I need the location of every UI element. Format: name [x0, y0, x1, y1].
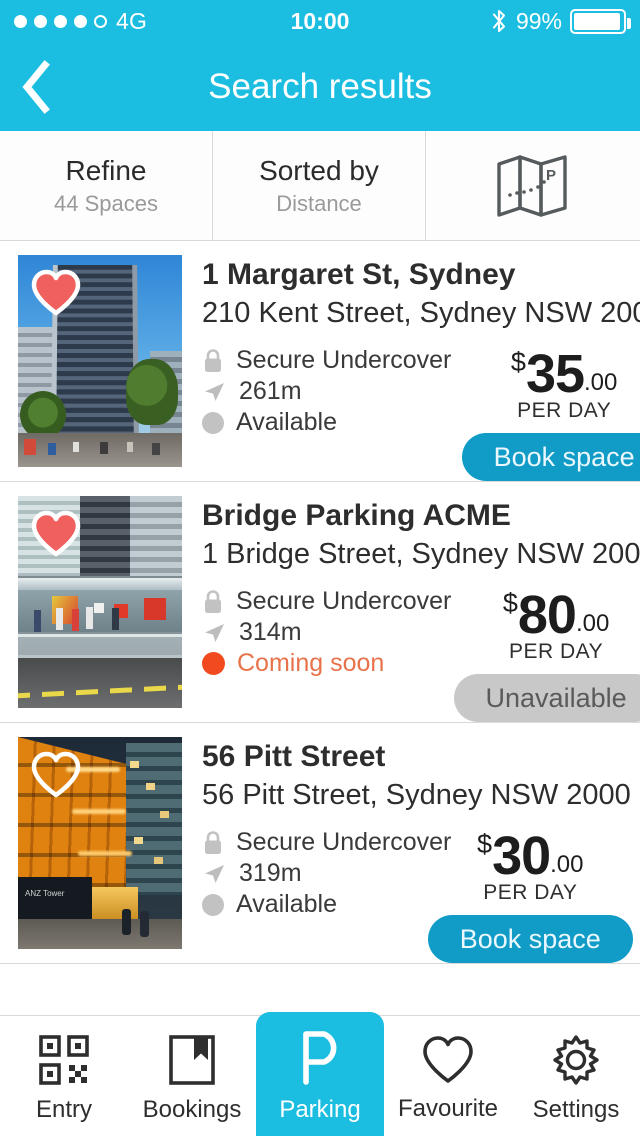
refine-label: Refine	[65, 154, 147, 186]
listing-details: Bridge Parking ACME 1 Bridge Street, Syd…	[182, 496, 640, 722]
listing-details: 1 Margaret St, Sydney 210 Kent Street, S…	[182, 255, 640, 481]
lock-icon	[205, 831, 221, 854]
tab-parking[interactable]: Parking	[256, 1012, 384, 1136]
refine-filter-button[interactable]: Refine 44 Spaces	[0, 131, 212, 240]
feature-distance-label: 314m	[239, 618, 302, 647]
navigation-arrow-icon	[205, 624, 224, 643]
navigation-arrow-icon	[205, 865, 224, 884]
unavailable-button: Unavailable	[453, 674, 640, 722]
book-space-button[interactable]: Book space	[461, 433, 640, 481]
listing-address: 210 Kent Street, Sydney NSW 2000	[202, 297, 640, 329]
price-cents: .00	[575, 610, 610, 637]
listing-thumbnail[interactable]	[18, 737, 182, 949]
status-bar-left: 4G	[14, 8, 147, 35]
status-dot-icon	[202, 411, 224, 434]
parking-p-icon	[303, 1031, 337, 1085]
back-button[interactable]	[0, 42, 72, 131]
listing-price-block: $ 80 .00 PER DAY Unavailable	[453, 588, 640, 722]
feature-distance-label: 319m	[239, 859, 302, 888]
listing-card[interactable]: 1 Margaret St, Sydney 210 Kent Street, S…	[0, 241, 640, 482]
favourite-toggle[interactable]	[30, 510, 82, 563]
price-value: $ 30 .00	[428, 829, 633, 883]
feature-status-label: Available	[236, 408, 338, 437]
listing-address: 56 Pitt Street, Sydney NSW 2000	[202, 779, 631, 811]
price-cents: .00	[584, 369, 618, 396]
chevron-left-icon	[22, 59, 50, 114]
listing-card[interactable]: 56 Pitt Street 56 Pitt Street, Sydney NS…	[0, 723, 640, 964]
price-rate-label: PER DAY	[517, 399, 612, 422]
page-header: Search results	[0, 42, 640, 131]
svg-text:P: P	[546, 167, 556, 184]
price-amount: 30	[492, 826, 551, 886]
price-rate-label: PER DAY	[483, 881, 578, 904]
sorted-by-label: Sorted by	[259, 154, 379, 186]
tab-favourite-label: Favourite	[397, 1095, 499, 1122]
heart-filled-icon	[31, 510, 81, 557]
listing-price-block: $ 35 .00 PER DAY Book space	[461, 347, 640, 481]
feature-distance-label: 261m	[239, 377, 302, 406]
bottom-tab-bar: Entry Bookings Parking Favourite Setting…	[0, 1012, 640, 1136]
favourite-toggle[interactable]	[30, 269, 82, 322]
status-dot-icon	[202, 652, 225, 676]
price-value: $ 35 .00	[462, 347, 640, 401]
listing-address: 1 Bridge Street, Sydney NSW 2000	[202, 538, 640, 570]
price-currency: $	[502, 588, 518, 618]
signal-strength-icon	[14, 14, 107, 28]
bluetooth-icon	[492, 9, 506, 33]
feature-security-label: Secure Undercover	[236, 828, 452, 857]
status-dot-icon	[202, 893, 224, 916]
network-type-label: 4G	[116, 7, 148, 34]
tab-parking-label: Parking	[279, 1096, 361, 1123]
tab-favourite[interactable]: Favourite	[384, 1016, 512, 1136]
listing-price-block: $ 30 .00 PER DAY Book space	[427, 829, 633, 963]
tab-entry-label: Entry	[35, 1096, 92, 1123]
bookmark-icon	[169, 1035, 215, 1085]
feature-security-label: Secure Undercover	[236, 346, 452, 375]
book-space-button[interactable]: Book space	[427, 915, 633, 963]
status-bar: 4G 10:00 99%	[0, 0, 640, 42]
page-title: Search results	[208, 66, 432, 106]
price-currency: $	[477, 829, 493, 859]
listing-card[interactable]: Bridge Parking ACME 1 Bridge Street, Syd…	[0, 482, 640, 723]
price-amount: 80	[517, 585, 577, 645]
heart-filled-icon	[31, 269, 81, 316]
lock-icon	[205, 590, 221, 613]
listing-title: Bridge Parking ACME	[202, 499, 511, 532]
listing-thumbnail[interactable]	[18, 255, 182, 467]
feature-security-label: Secure Undercover	[236, 587, 452, 616]
price-cents: .00	[550, 851, 584, 878]
favourite-toggle[interactable]	[30, 751, 82, 804]
feature-status-label: Available	[236, 890, 338, 919]
feature-status-label: Coming soon	[237, 649, 385, 678]
lock-icon	[205, 349, 221, 372]
search-results-list: 1 Margaret St, Sydney 210 Kent Street, S…	[0, 241, 640, 964]
price-amount: 35	[525, 344, 585, 404]
price-currency: $	[510, 347, 526, 377]
tab-settings[interactable]: Settings	[512, 1016, 640, 1136]
sorted-by-value-label: Distance	[276, 190, 362, 216]
listing-thumbnail[interactable]	[18, 496, 182, 708]
status-bar-right: 99%	[490, 7, 631, 35]
tab-entry[interactable]: Entry	[0, 1016, 128, 1136]
sort-filter-button[interactable]: Sorted by Distance	[212, 131, 425, 240]
heart-outline-icon	[31, 751, 81, 798]
map-view-button[interactable]: P	[425, 131, 640, 240]
tab-bookings[interactable]: Bookings	[128, 1016, 256, 1136]
price-rate-label: PER DAY	[509, 640, 604, 663]
map-icon: P	[497, 154, 567, 217]
listing-title: 56 Pitt Street	[202, 740, 386, 773]
listing-details: 56 Pitt Street 56 Pitt Street, Sydney NS…	[182, 737, 640, 963]
gear-icon	[553, 1035, 599, 1085]
heart-outline-icon	[423, 1036, 473, 1083]
battery-percent-label: 99%	[515, 7, 562, 34]
price-value: $ 80 .00	[454, 588, 640, 642]
qr-code-icon	[39, 1035, 89, 1085]
battery-icon	[570, 8, 631, 34]
refine-count-label: 44 Spaces	[54, 190, 158, 216]
tab-bookings-label: Bookings	[142, 1096, 242, 1123]
tab-settings-label: Settings	[532, 1096, 620, 1123]
navigation-arrow-icon	[205, 383, 224, 402]
listing-title: 1 Margaret St, Sydney	[202, 258, 516, 291]
filter-bar: Refine 44 Spaces Sorted by Distance P	[0, 131, 640, 241]
